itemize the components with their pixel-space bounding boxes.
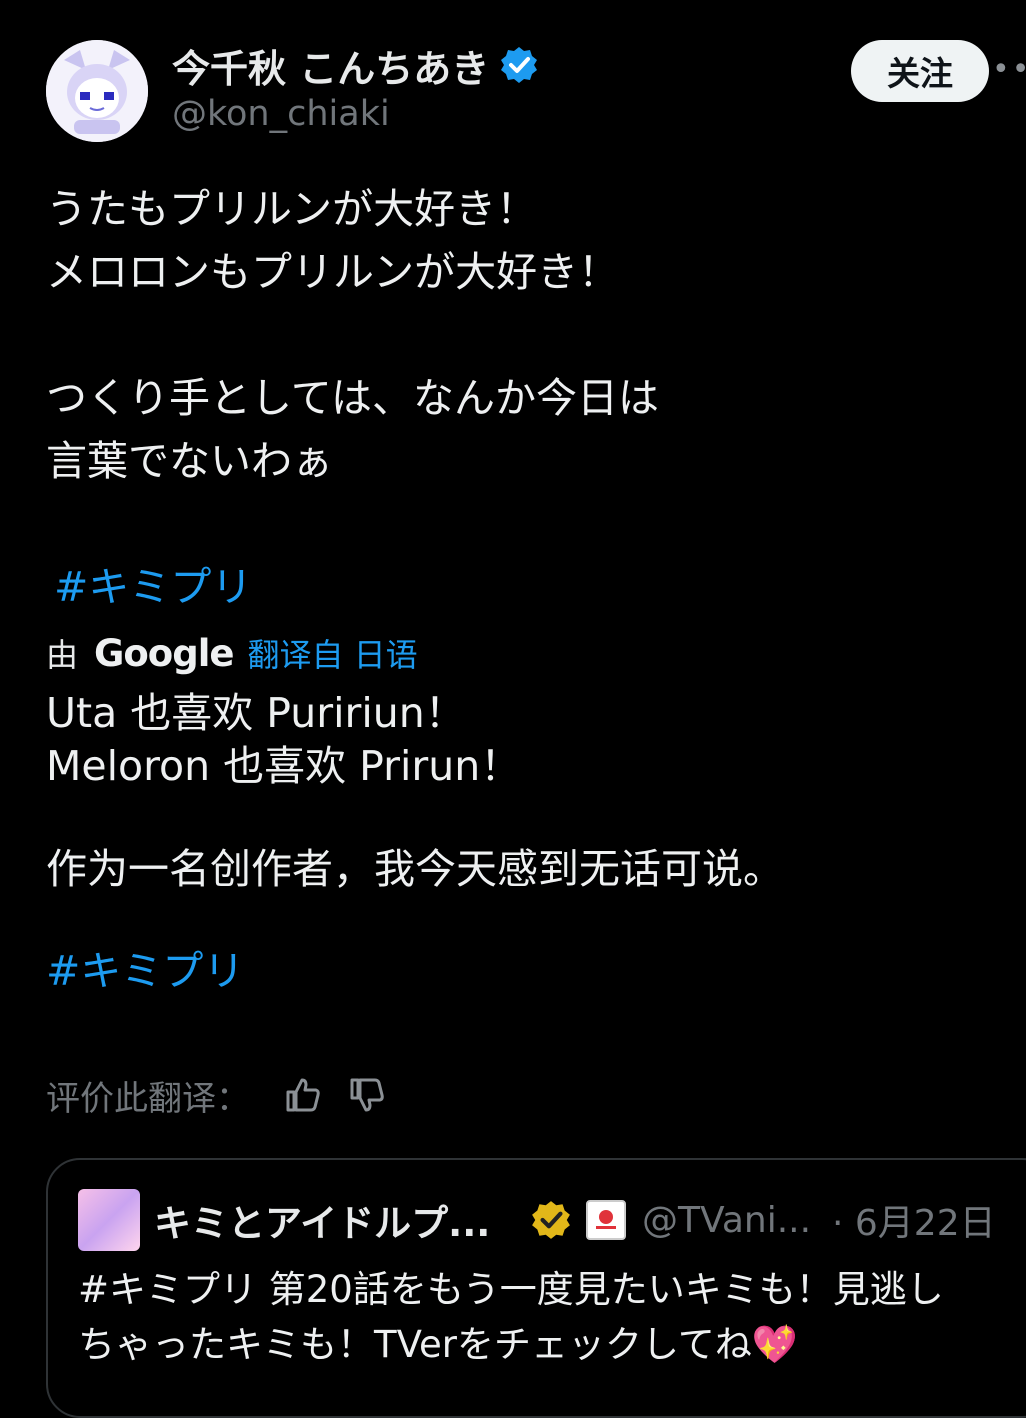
post-line-4: 言葉でないわぁ (46, 437, 333, 485)
more-options-icon[interactable]: ••• (992, 52, 1026, 87)
author-name[interactable]: 今千秋 こんちあき (172, 38, 489, 93)
google-logo: Google (94, 631, 234, 675)
translation-line-3: 作为一名创作者，我今天感到无话可说。 (46, 845, 784, 893)
rate-translation-row: 评价此翻译： (46, 1070, 386, 1120)
quoted-post-text: #キミプリ 第20話をもう一度見たいキミも！見逃し ちゃったキミも！TVerをチ… (78, 1262, 944, 1372)
follow-button[interactable]: 关注 (851, 40, 989, 102)
author-avatar[interactable] (46, 40, 148, 142)
translation-hashtag-link[interactable]: #キミプリ (46, 940, 244, 1003)
post-line-3: つくり手としては、なんか今日は (46, 374, 659, 422)
quoted-author-avatar[interactable] (78, 1189, 140, 1251)
quoted-post-date[interactable]: · 6月22日 (832, 1194, 996, 1246)
avatar-illustration (46, 40, 148, 142)
rate-translation-label: 评价此翻译： (46, 1078, 250, 1119)
translated-by-label: 由 (46, 636, 79, 674)
translation-line-2: Meloron 也喜欢 Prirun！ (46, 742, 522, 790)
author-handle[interactable]: @kon_chiaki (172, 94, 390, 134)
affiliate-org-icon (586, 1200, 626, 1240)
author-name-row: 今千秋 こんちあき (172, 38, 539, 92)
verified-badge-icon (501, 47, 538, 83)
quoted-author-handle[interactable]: @TVani... (642, 1200, 812, 1241)
post-hashtag-link[interactable]: #キミプリ (54, 556, 252, 619)
quoted-line-1: #キミプリ 第20話をもう一度見たいキミも！見逃し (78, 1268, 944, 1311)
thumbs-down-icon[interactable] (348, 1076, 386, 1114)
translation-attribution: 由 Google 翻译自 日语 (46, 630, 418, 676)
quoted-post-header: キミとアイドルプ... @TVani... · 6月22日 (78, 1188, 996, 1252)
post-line-1: うたもプリルンが大好き！ (46, 185, 538, 233)
thumbs-up-icon[interactable] (284, 1076, 322, 1114)
quoted-line-2: ちゃったキミも！TVerをチェックしてね💖 (78, 1323, 798, 1366)
post-line-2: メロロンもプリルンが大好き！ (46, 248, 620, 296)
translated-from-link[interactable]: 翻译自 日语 (248, 630, 418, 676)
verified-gold-badge-icon (532, 1201, 570, 1239)
quoted-author-name[interactable]: キミとアイドルプ... (154, 1193, 524, 1247)
